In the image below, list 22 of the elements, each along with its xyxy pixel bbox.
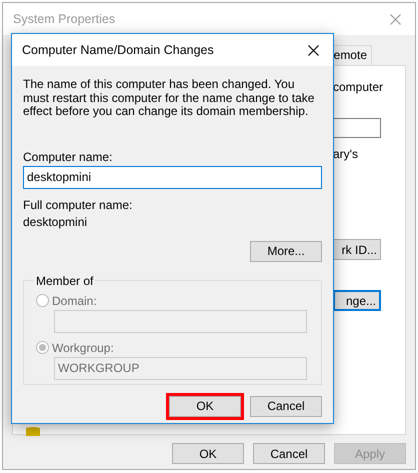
network-id-button[interactable]: rk ID... xyxy=(333,239,381,260)
full-name-label: Full computer name: xyxy=(23,198,134,212)
radio-label: Workgroup: xyxy=(52,340,114,354)
dialog-title: Computer Name/Domain Changes xyxy=(22,43,214,57)
dialog-button[interactable]: Cancel xyxy=(250,396,322,416)
group-title: Member of xyxy=(35,274,94,288)
tab[interactable]: emote xyxy=(334,45,372,65)
computer-name-label: Computer name: xyxy=(23,150,114,164)
full-name-value: desktopmini xyxy=(23,214,88,228)
text-field[interactable] xyxy=(333,118,381,138)
window-title: System Properties xyxy=(13,12,116,26)
close-icon xyxy=(308,44,318,56)
description-text: ary's xyxy=(333,147,359,161)
close-icon xyxy=(390,14,400,24)
description-text: computer xyxy=(333,80,381,94)
more-button[interactable]: More... xyxy=(250,240,322,262)
dialog-button[interactable]: Cancel xyxy=(253,443,325,464)
computer-name-field[interactable]: desktopmini xyxy=(23,166,322,188)
radio-label: Domain: xyxy=(52,294,97,308)
change-button[interactable]: nge... xyxy=(333,290,381,311)
message-text: The name of this computer has been changed. You must restart this computer for the name change to take effect before you can change its domain membership. xyxy=(23,78,316,118)
dialog-button[interactable]: OK xyxy=(172,443,244,464)
